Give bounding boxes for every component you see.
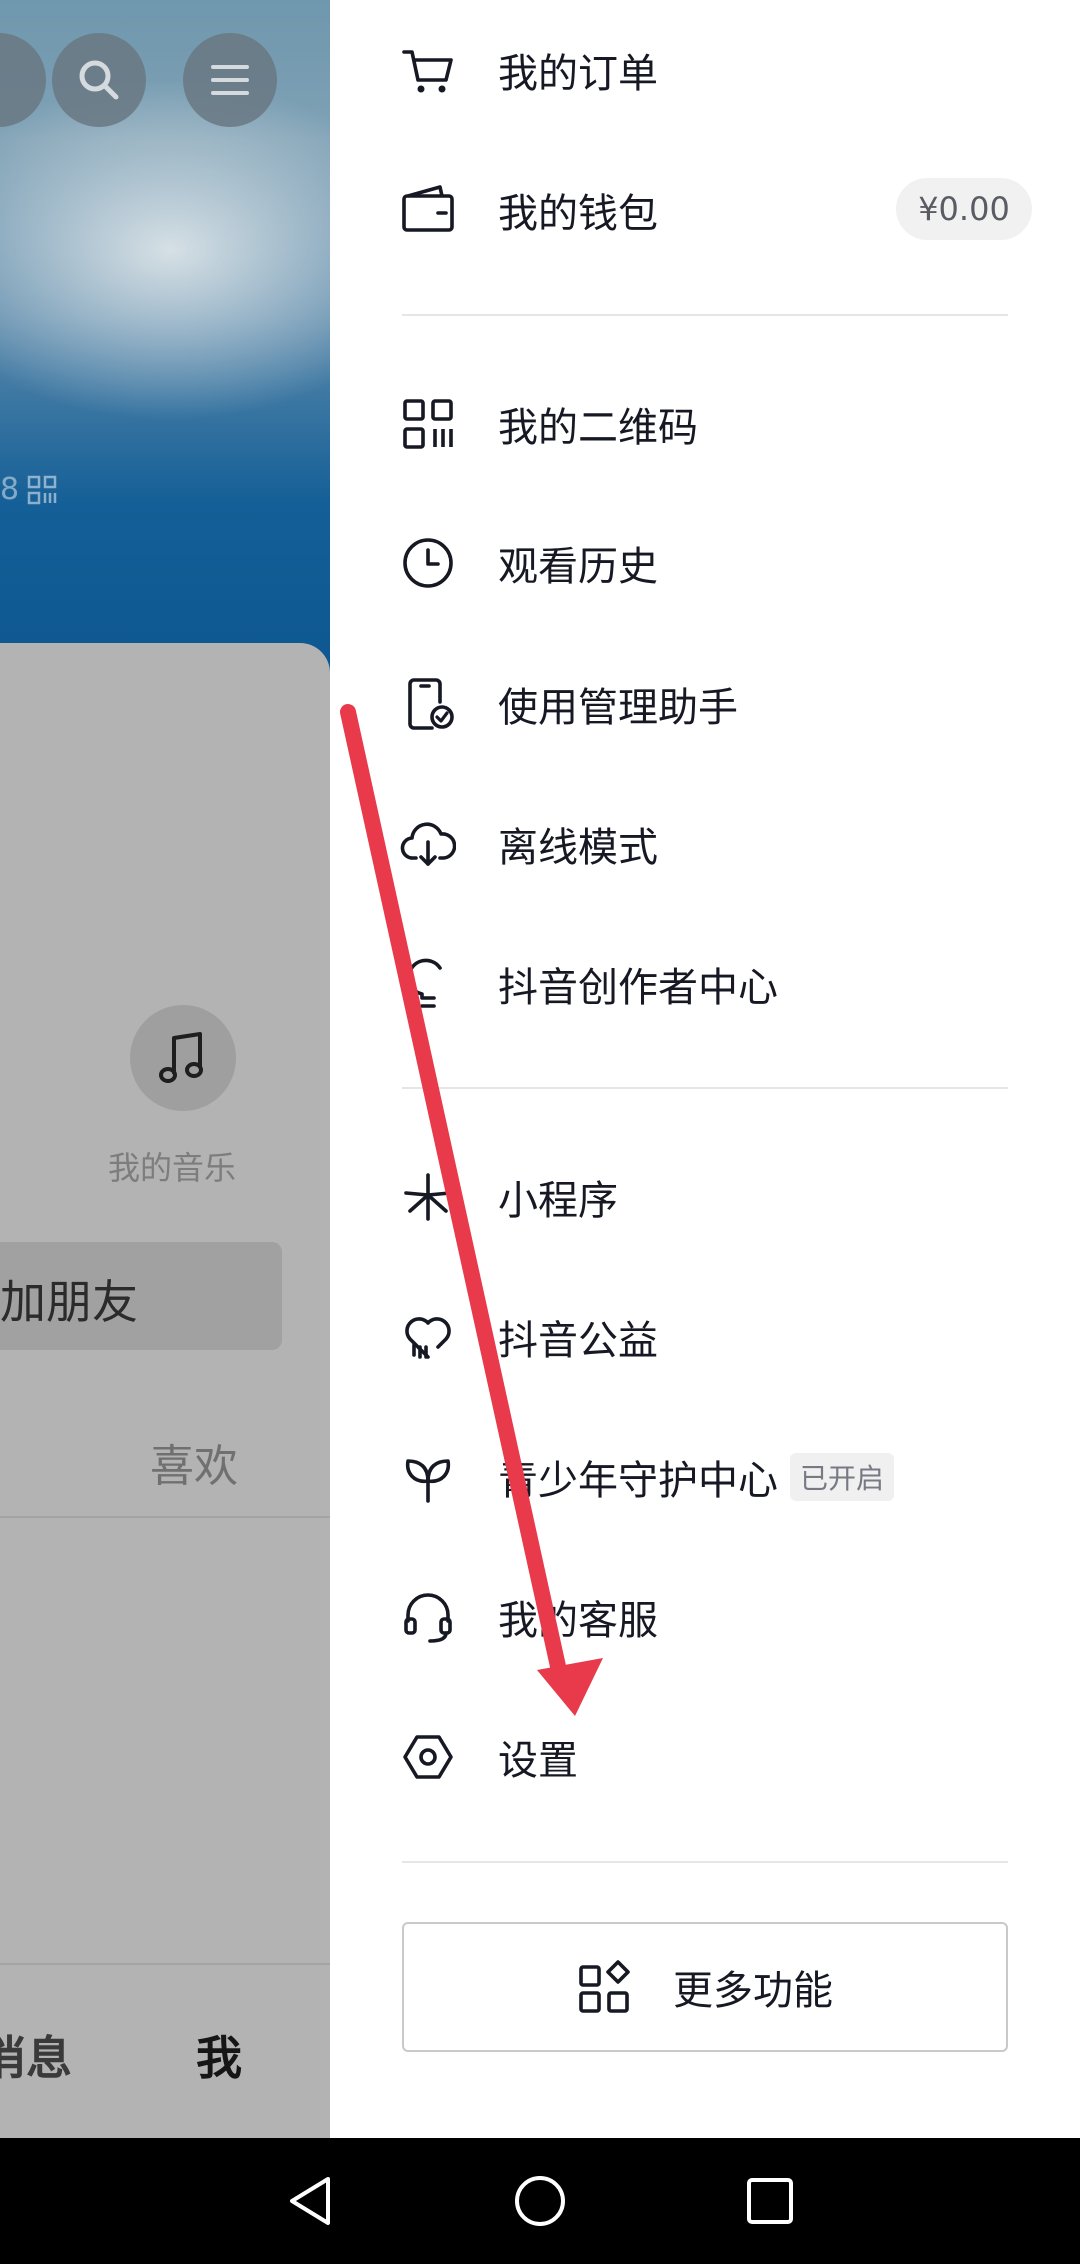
menu-label: 我的订单 [498, 51, 658, 97]
home-circle-icon [515, 2176, 565, 2226]
my-music-label: 我的音乐 [108, 1149, 237, 1187]
menu-label: 抖音公益 [498, 1318, 658, 1364]
heart-charity-icon [400, 1309, 456, 1365]
profile-header-background [0, 0, 330, 700]
menu-button[interactable] [183, 33, 277, 127]
profile-id-fragment: 8 [0, 472, 57, 507]
menu-item-settings[interactable]: 设置 [400, 1707, 1020, 1807]
search-button[interactable] [52, 33, 146, 127]
menu-item-youth-protection[interactable]: 青少年守护中心 已开启 [400, 1427, 1020, 1527]
menu-label: 青少年守护中心 [498, 1458, 778, 1504]
side-drawer: 我的订单 我的钱包 ¥0.00 我的二维码 观看历史 使用管理助手 离线模式 抖… [330, 0, 1080, 2138]
clock-icon [400, 535, 456, 591]
menu-label: 使用管理助手 [498, 685, 738, 731]
menu-label: 观看历史 [498, 544, 658, 590]
sprout-icon [400, 1449, 456, 1505]
more-features-label: 更多功能 [673, 1968, 833, 2014]
add-friend-label: 加朋友 [0, 1275, 138, 1329]
grid-apps-icon [579, 1960, 630, 2013]
menu-label: 抖音创作者中心 [498, 965, 778, 1011]
nav-me[interactable]: 我 [196, 2022, 242, 2088]
mini-program-icon [400, 1169, 456, 1225]
youth-mode-status-badge: 已开启 [790, 1453, 895, 1501]
menu-item-offline-mode[interactable]: 离线模式 [400, 794, 1020, 894]
hamburger-icon [211, 65, 249, 95]
menu-item-usage-assistant[interactable]: 使用管理助手 [400, 654, 1020, 754]
wallet-balance-badge: ¥0.00 [896, 178, 1032, 240]
menu-label: 离线模式 [498, 825, 658, 871]
menu-divider [402, 1087, 1008, 1089]
lightbulb-icon [400, 956, 456, 1012]
phone-check-icon [400, 676, 456, 732]
profile-id-text: 8 [0, 472, 20, 507]
menu-item-creator-center[interactable]: 抖音创作者中心 [400, 934, 1020, 1034]
cloud-download-icon [400, 816, 456, 872]
headset-icon [400, 1589, 456, 1645]
cart-icon [400, 42, 456, 98]
menu-divider [402, 1861, 1008, 1863]
menu-label: 我的钱包 [498, 191, 658, 237]
more-features-button[interactable]: 更多功能 [402, 1922, 1008, 2052]
settings-hexagon-icon [400, 1729, 456, 1785]
profile-content-panel [0, 643, 330, 2138]
recents-square-icon [747, 2178, 793, 2224]
recents-button[interactable] [735, 2166, 805, 2236]
menu-divider [402, 314, 1008, 316]
home-button[interactable] [505, 2166, 575, 2236]
menu-item-history[interactable]: 观看历史 [400, 513, 1020, 613]
menu-label: 我的客服 [498, 1598, 658, 1644]
search-icon [79, 60, 119, 100]
menu-item-customer-service[interactable]: 我的客服 [400, 1567, 1020, 1667]
back-triangle-icon [290, 2177, 330, 2225]
bottom-nav-divider [0, 1963, 330, 1965]
menu-label: 我的二维码 [498, 405, 698, 451]
menu-label: 设置 [498, 1738, 578, 1784]
nav-messages[interactable]: 消息 [0, 2022, 72, 2088]
menu-item-qr-code[interactable]: 我的二维码 [400, 374, 1020, 474]
menu-label: 小程序 [498, 1178, 618, 1224]
back-button[interactable] [275, 2166, 345, 2236]
wallet-icon [400, 182, 456, 238]
my-music-button[interactable] [130, 1005, 236, 1111]
small-qr-icon [27, 475, 57, 504]
tab-divider [0, 1516, 330, 1518]
menu-item-orders[interactable]: 我的订单 [400, 20, 1020, 120]
menu-item-mini-programs[interactable]: 小程序 [400, 1147, 1020, 1247]
qr-code-icon [400, 396, 456, 452]
music-note-icon [159, 1032, 203, 1083]
system-navigation-bar [0, 2138, 1080, 2264]
tab-likes[interactable]: 喜欢 [150, 1430, 238, 1494]
menu-item-charity[interactable]: 抖音公益 [400, 1287, 1020, 1387]
background-profile-page: 8 我的音乐 加朋友 喜欢 消息 我 [0, 0, 330, 2138]
